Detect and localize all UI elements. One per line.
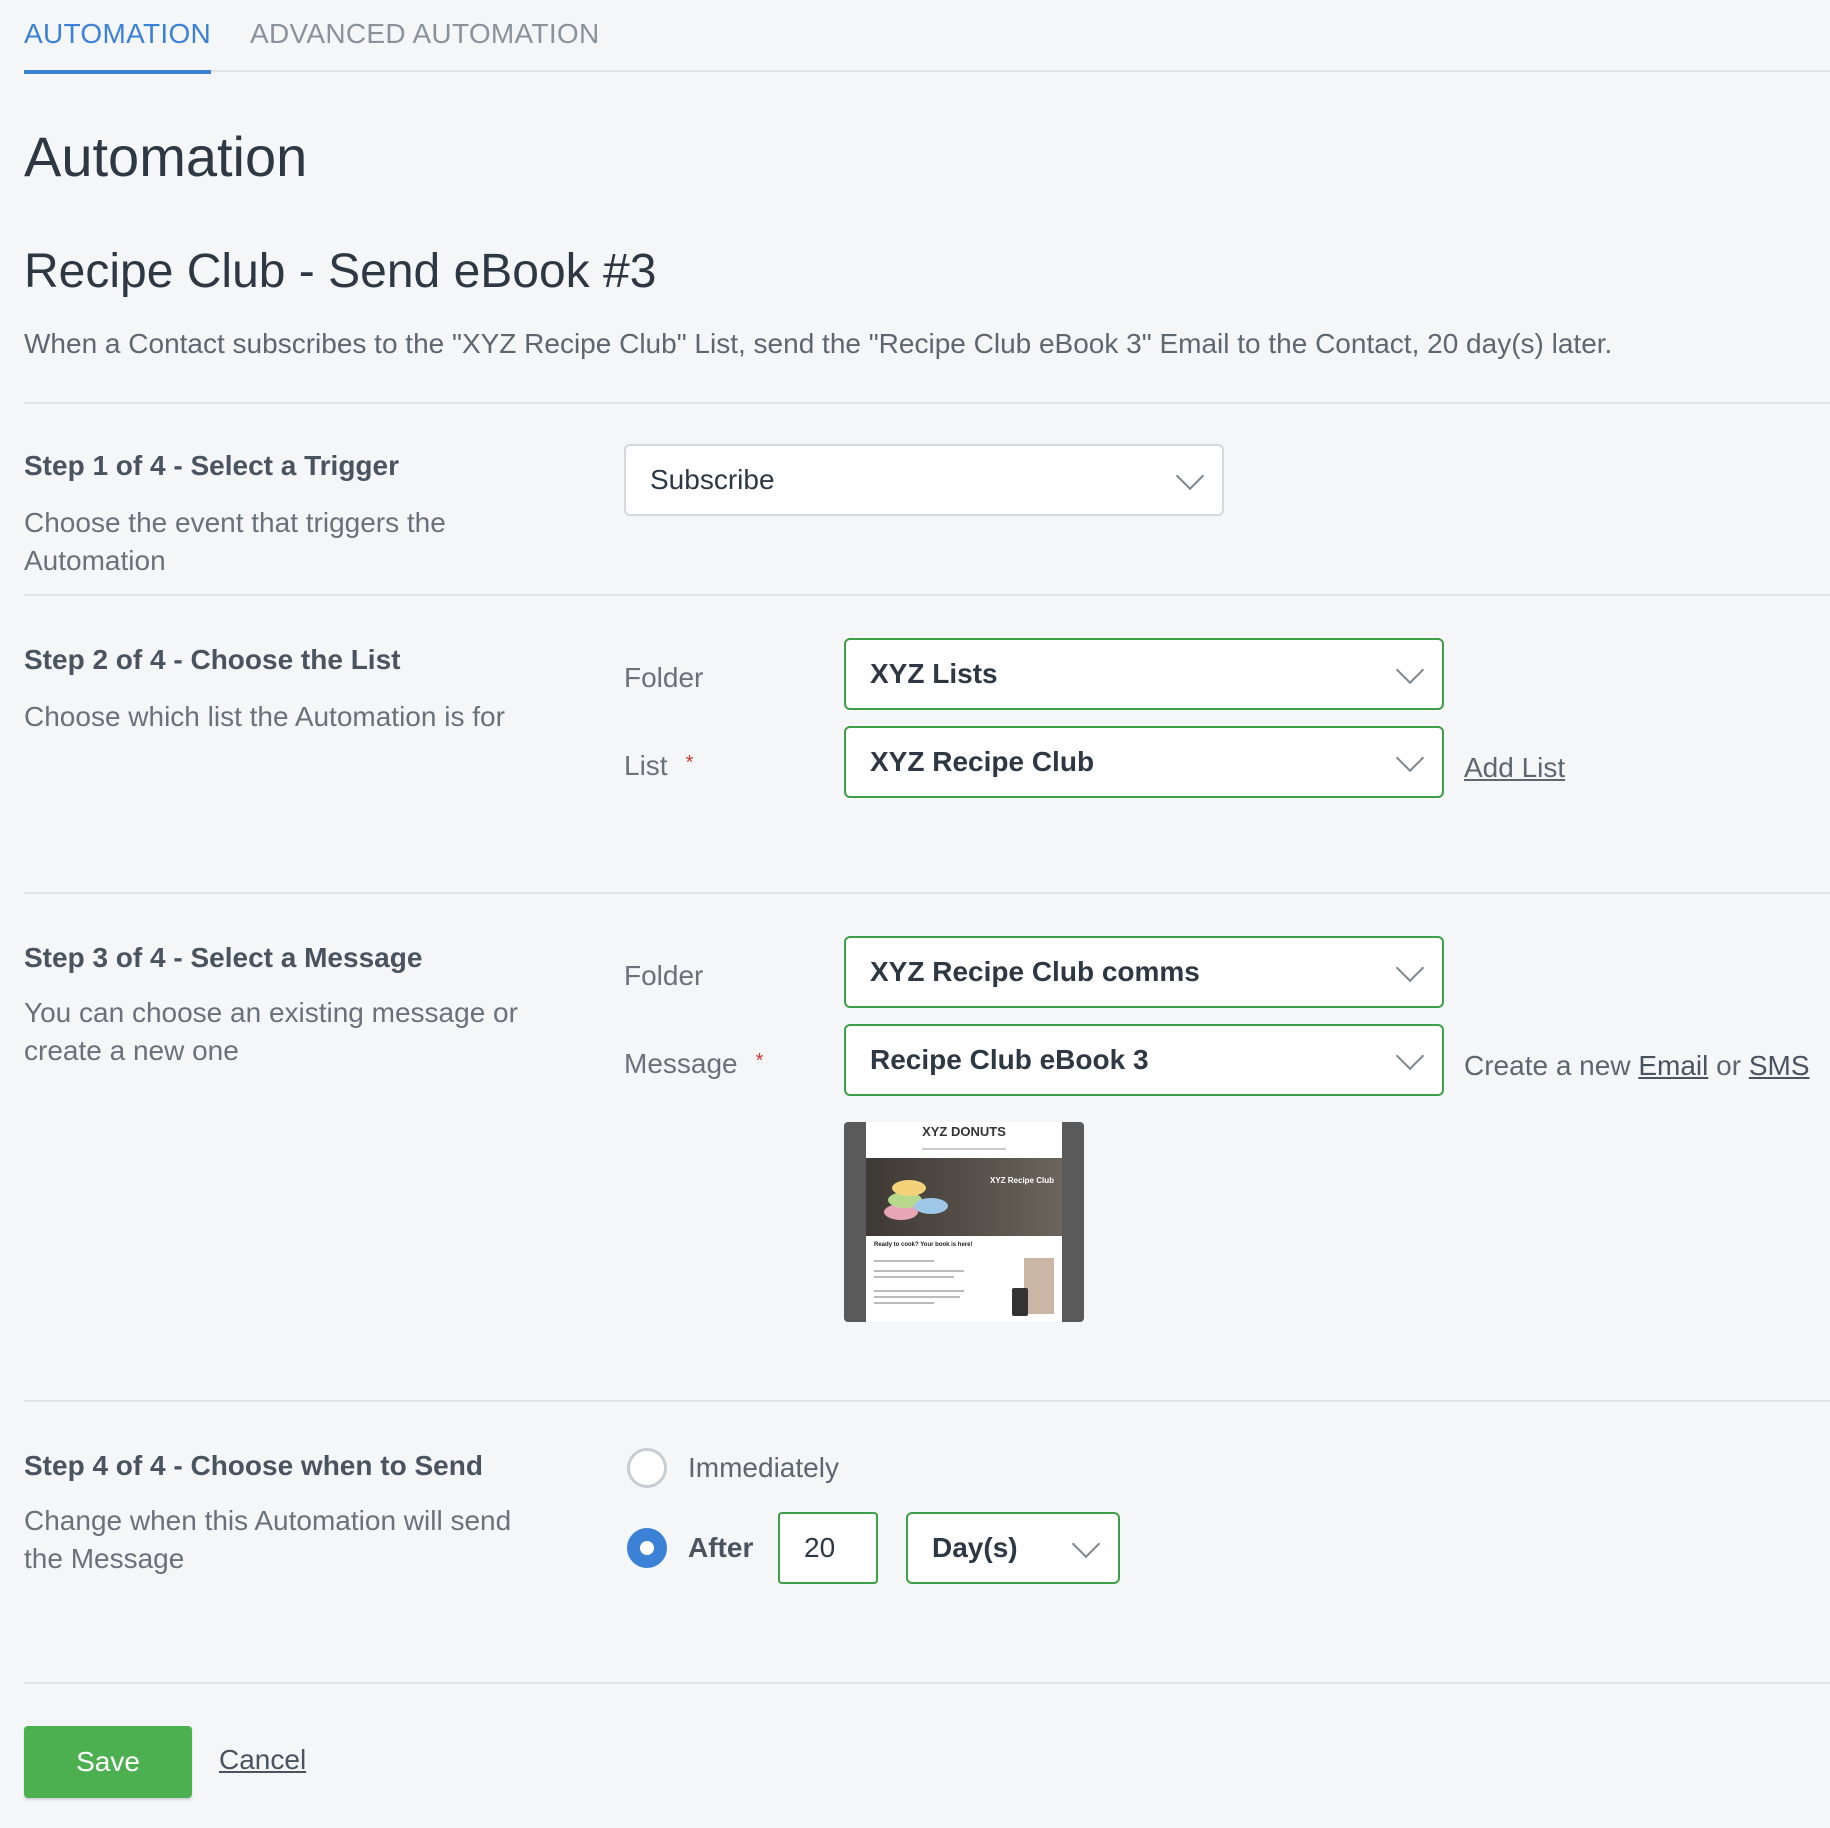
preview-text-line	[874, 1260, 934, 1262]
step3-title: Step 3 of 4 - Select a Message	[24, 942, 423, 973]
radio-after[interactable]	[627, 1528, 667, 1568]
message-folder-label: Folder	[624, 960, 704, 991]
step3-description: You can choose an existing message or cr…	[24, 997, 518, 1066]
step1-title: Step 1 of 4 - Select a Trigger	[24, 450, 400, 481]
divider	[24, 594, 1830, 596]
chevron-down-icon	[1395, 655, 1425, 685]
preview-hero-image: XYZ Recipe Club	[866, 1158, 1062, 1236]
preview-text-line	[874, 1290, 964, 1292]
save-button[interactable]: Save	[24, 1726, 192, 1798]
preview-phone-image	[1012, 1288, 1028, 1316]
chevron-down-icon	[1395, 743, 1425, 773]
create-sms-link[interactable]: SMS	[1749, 1050, 1810, 1081]
tab-automation[interactable]: AUTOMATION	[24, 18, 212, 74]
chevron-down-icon	[1395, 1041, 1425, 1071]
message-folder-select[interactable]: XYZ Recipe Club comms	[844, 936, 1444, 1008]
macaron-shape	[892, 1180, 926, 1196]
step1-description: Choose the event that triggers the Autom…	[24, 507, 446, 576]
divider	[24, 1682, 1830, 1684]
radio-immediately[interactable]	[627, 1448, 667, 1488]
delay-amount-input[interactable]	[778, 1512, 878, 1584]
list-select-value: XYZ Recipe Club	[870, 746, 1095, 777]
message-preview-thumbnail[interactable]: XYZ DONUTS XYZ Recipe Club Ready to cook…	[844, 1122, 1084, 1322]
chevron-down-icon	[1395, 953, 1425, 983]
preview-hero-text: XYZ Recipe Club	[989, 1176, 1054, 1185]
required-marker: *	[685, 752, 694, 774]
list-label: List *	[624, 750, 693, 782]
or-text: or	[1716, 1050, 1742, 1081]
step4-description: Change when this Automation will send th…	[24, 1505, 512, 1574]
preview-heading: Ready to cook? Your book is here!	[874, 1242, 973, 1248]
preview-text-line	[874, 1296, 960, 1298]
radio-immediately-label: Immediately	[688, 1452, 839, 1483]
divider	[24, 1400, 1830, 1402]
cancel-link[interactable]: Cancel	[219, 1744, 306, 1776]
list-label-text: List	[624, 750, 668, 781]
radio-after-label: After	[688, 1532, 754, 1563]
delay-unit-value: Day(s)	[932, 1532, 1018, 1563]
step2-description: Choose which list the Automation is for	[24, 701, 505, 732]
tab-advanced-automation[interactable]: ADVANCED AUTOMATION	[250, 18, 600, 70]
step2-title: Step 2 of 4 - Choose the List	[24, 644, 401, 675]
list-folder-value: XYZ Lists	[870, 658, 998, 689]
create-new-text: Create a new	[1464, 1050, 1631, 1081]
message-label: Message *	[624, 1048, 763, 1080]
preview-email-body: XYZ DONUTS XYZ Recipe Club Ready to cook…	[866, 1122, 1062, 1322]
trigger-select[interactable]: Subscribe	[624, 444, 1224, 516]
list-select[interactable]: XYZ Recipe Club	[844, 726, 1444, 798]
trigger-select-value: Subscribe	[650, 464, 775, 495]
add-list-link[interactable]: Add List	[1464, 752, 1565, 784]
automation-page: AUTOMATION ADVANCED AUTOMATION Automatio…	[0, 0, 1830, 1828]
create-email-link[interactable]: Email	[1638, 1050, 1708, 1081]
message-select-value: Recipe Club eBook 3	[870, 1044, 1149, 1075]
preview-book-image	[1024, 1258, 1054, 1314]
automation-description: When a Contact subscribes to the "XYZ Re…	[24, 328, 1613, 359]
preview-logo: XYZ DONUTS	[922, 1124, 1006, 1139]
list-folder-label: Folder	[624, 662, 704, 693]
preview-text-line	[874, 1276, 954, 1278]
message-label-text: Message	[624, 1048, 738, 1079]
list-folder-select[interactable]: XYZ Lists	[844, 638, 1444, 710]
preview-nav	[922, 1148, 1006, 1150]
preview-text-line	[874, 1302, 934, 1304]
page-title: Automation	[24, 125, 308, 188]
automation-name: Recipe Club - Send eBook #3	[24, 245, 657, 298]
chevron-down-icon	[1175, 461, 1205, 491]
preview-text-line	[874, 1270, 964, 1272]
message-select[interactable]: Recipe Club eBook 3	[844, 1024, 1444, 1096]
divider	[24, 892, 1830, 894]
step4-title: Step 4 of 4 - Choose when to Send	[24, 1450, 483, 1481]
macaron-shape	[914, 1198, 948, 1214]
divider	[24, 402, 1830, 404]
required-marker: *	[755, 1050, 764, 1072]
message-folder-value: XYZ Recipe Club comms	[870, 956, 1200, 987]
tab-bar: AUTOMATION ADVANCED AUTOMATION	[24, 0, 1830, 74]
chevron-down-icon	[1071, 1529, 1101, 1559]
delay-unit-select[interactable]: Day(s)	[906, 1512, 1120, 1584]
create-new-message: Create a new Email or SMS	[1464, 1050, 1810, 1082]
